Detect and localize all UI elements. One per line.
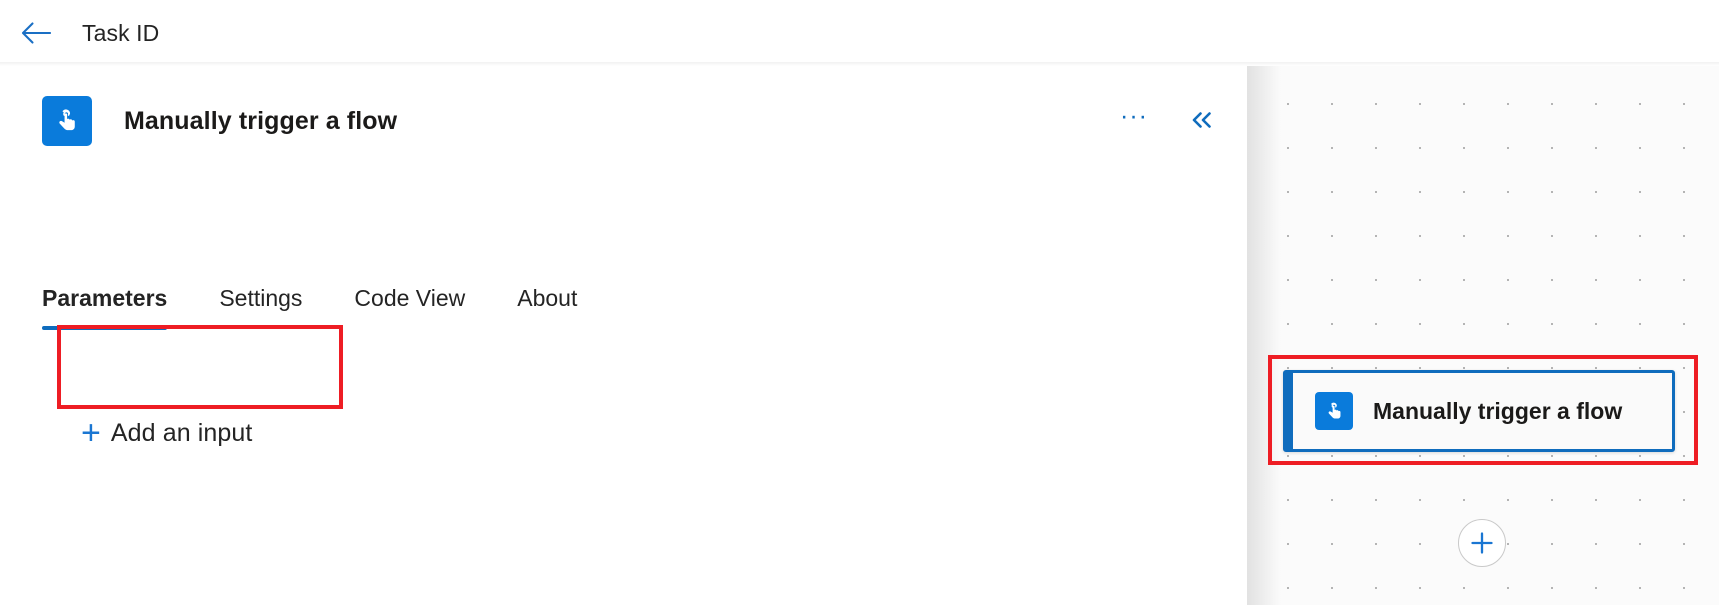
tab-settings[interactable]: Settings — [219, 284, 328, 330]
manual-trigger-tap-icon — [42, 96, 92, 146]
arrow-left-icon — [21, 22, 51, 44]
panel-header: Manually trigger a flow ··· — [0, 66, 1247, 176]
page-title: Task ID — [82, 19, 160, 46]
panel-header-actions: ··· — [1117, 103, 1219, 138]
plus-circle-icon — [1469, 530, 1495, 556]
panel-tabs: Parameters Settings Code View About — [42, 284, 603, 330]
tab-code-view[interactable]: Code View — [354, 284, 491, 330]
canvas-edge-shadow — [1247, 66, 1281, 605]
chevron-double-left-icon — [1189, 110, 1215, 133]
tab-about[interactable]: About — [517, 284, 603, 330]
manual-trigger-tap-icon — [1315, 392, 1353, 430]
add-an-input-button[interactable]: + Add an input — [61, 395, 339, 471]
flow-node-label: Manually trigger a flow — [1373, 397, 1623, 424]
add-an-input-label: Add an input — [110, 418, 253, 447]
panel-title: Manually trigger a flow — [124, 106, 398, 135]
collapse-panel-button[interactable] — [1185, 104, 1219, 138]
add-step-button[interactable] — [1458, 519, 1506, 567]
back-button[interactable] — [14, 11, 58, 55]
tab-parameters[interactable]: Parameters — [42, 284, 193, 330]
flow-node-manual-trigger[interactable]: Manually trigger a flow — [1283, 370, 1675, 452]
power-automate-flow-designer: Task ID Manually trigger a flow ··· Para… — [0, 0, 1719, 605]
top-bar: Task ID — [0, 0, 1719, 66]
trigger-details-panel: Manually trigger a flow ··· Parameters S… — [0, 66, 1247, 605]
plus-icon: + — [81, 414, 101, 452]
ellipsis-icon[interactable]: ··· — [1117, 103, 1151, 138]
